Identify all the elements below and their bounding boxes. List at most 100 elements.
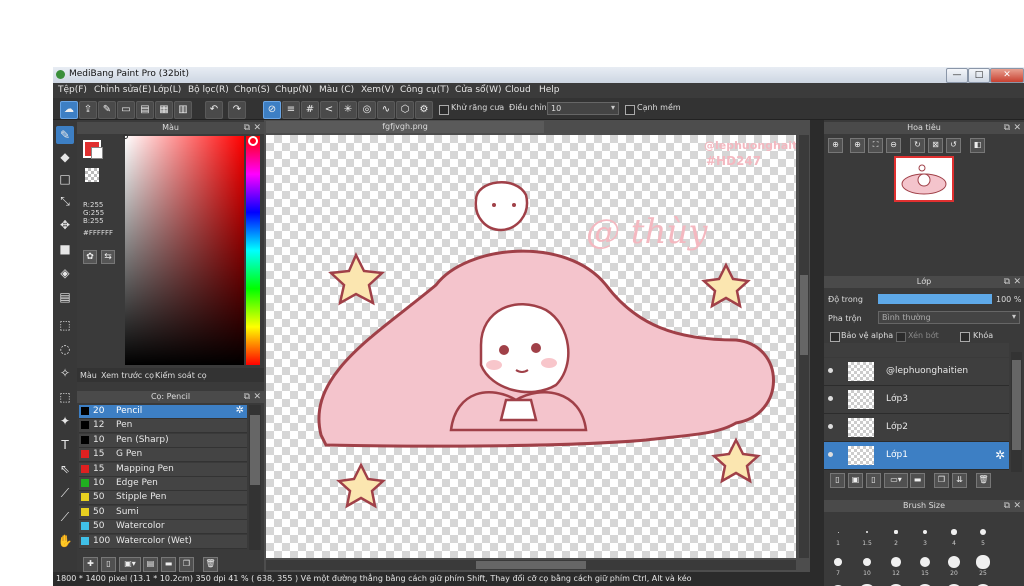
menu-color[interactable]: Màu (C)	[319, 85, 354, 95]
circle-snap-icon[interactable]: ◎	[358, 101, 376, 119]
brush-item-7[interactable]: 50 Sumi	[79, 505, 247, 520]
eyedropper-tool-icon[interactable]: ⟋	[56, 484, 74, 502]
close-icon[interactable]: ✕	[1013, 122, 1021, 134]
undock-icon[interactable]: ⧉	[1004, 276, 1010, 288]
color-picker-cursor[interactable]	[123, 134, 128, 139]
new-layer-icon[interactable]: ▯	[830, 473, 845, 488]
layer-row-2[interactable]: Lớp2	[824, 414, 1009, 442]
trash-icon[interactable]: 🗑	[203, 557, 218, 572]
menu-capture[interactable]: Chụp(N)	[275, 85, 312, 95]
new-halftone-layer-icon[interactable]: ▣	[848, 473, 863, 488]
close-icon[interactable]: ✕	[253, 391, 261, 403]
delete-layer-icon[interactable]: 🗑	[976, 473, 991, 488]
palette-icon[interactable]: ✿	[83, 250, 97, 264]
menu-filter[interactable]: Bộ lọc(R)	[188, 85, 229, 95]
rotate-back-icon[interactable]: ↺	[946, 138, 961, 153]
parallel-snap-icon[interactable]: ≡	[282, 101, 300, 119]
correction-tool-icon[interactable]: ⤡	[56, 192, 74, 210]
close-button[interactable]: ✕	[990, 68, 1024, 83]
text-tool-icon[interactable]: T	[56, 436, 74, 454]
panel-icon[interactable]: ▦	[155, 101, 173, 119]
undo-icon[interactable]: ↶	[205, 101, 223, 119]
eye-icon[interactable]	[828, 452, 833, 457]
swap-color-icon[interactable]: ⇆	[101, 250, 115, 264]
brush-item-5[interactable]: 10 Edge Pen	[79, 477, 247, 491]
menu-layer[interactable]: Lớp(L)	[153, 85, 181, 95]
canvas-horizontal-scrollbar[interactable]	[266, 560, 796, 570]
reset-icon[interactable]: ⊠	[928, 138, 943, 153]
brush-item-9[interactable]: 100 Watercolor (Wet)	[79, 534, 247, 549]
menu-window[interactable]: Cửa sổ(W)	[455, 85, 501, 95]
clipping-checkbox[interactable]	[896, 332, 906, 342]
brush-size-dot-4[interactable]	[951, 529, 957, 535]
select-pen-tool-icon[interactable]: ⬚	[56, 388, 74, 406]
brush-item-4[interactable]: 15 Mapping Pen	[79, 462, 247, 477]
layer-row-1[interactable]: Lớp3	[824, 386, 1009, 414]
brush-size-dot-6[interactable]	[834, 558, 842, 566]
brush-size-dot-9[interactable]	[919, 556, 931, 568]
tab-brush-preview[interactable]: Xem trước cọ	[101, 371, 154, 380]
soft-edge-checkbox[interactable]	[625, 105, 635, 115]
brush-size-dot-5[interactable]	[979, 528, 987, 536]
zoom-in-icon[interactable]: ⊕	[850, 138, 865, 153]
adjust-dropdown[interactable]: 10 ▾	[547, 102, 619, 115]
cloud-icon[interactable]: ☁	[60, 101, 78, 119]
flip-icon[interactable]: ◧	[970, 138, 985, 153]
brush-item-8[interactable]: 50 Watercolor	[79, 520, 247, 535]
navigator-preview[interactable]	[894, 156, 954, 202]
transparent-color-swatch[interactable]	[85, 168, 99, 182]
menu-file[interactable]: Tệp(F)	[58, 85, 87, 95]
drawing-canvas[interactable]: @lephuonghaitien #HD247 @ thùy	[266, 135, 796, 558]
undock-icon[interactable]: ⧉	[1004, 500, 1010, 512]
close-icon[interactable]: ✕	[1013, 500, 1021, 512]
eraser-tool-icon[interactable]: ◆	[56, 148, 74, 166]
layer-folder-icon[interactable]: ▬	[910, 473, 925, 488]
no-snap-icon[interactable]: ⊘	[263, 101, 281, 119]
close-icon[interactable]: ✕	[253, 122, 261, 134]
menu-cloud[interactable]: Cloud	[505, 85, 531, 95]
canvas-vertical-scrollbar[interactable]	[799, 135, 809, 558]
fill-tool-icon[interactable]: ◈	[56, 264, 74, 282]
lock-checkbox[interactable]	[960, 332, 970, 342]
minimize-button[interactable]: —	[946, 68, 968, 83]
curve-snap-icon[interactable]: ∿	[377, 101, 395, 119]
folder-icon[interactable]: ▬	[161, 557, 176, 572]
share-icon[interactable]: ⇪	[79, 101, 97, 119]
layer-settings-icon[interactable]: ✲	[995, 448, 1005, 462]
rotate-icon[interactable]: ↻	[910, 138, 925, 153]
close-icon[interactable]: ✕	[1013, 276, 1021, 288]
gradient-tool-icon[interactable]: ▤	[56, 288, 74, 306]
eye-icon[interactable]	[828, 368, 833, 373]
brush-size-dot-2[interactable]	[894, 530, 898, 534]
brush-item-6[interactable]: 50 Stipple Pen	[79, 491, 247, 506]
protect-alpha-checkbox[interactable]	[830, 332, 840, 342]
saturation-value-picker[interactable]	[125, 136, 244, 365]
magic-wand-tool-icon[interactable]: ✧	[56, 364, 74, 382]
settings-icon[interactable]: ⚙	[415, 101, 433, 119]
antialias-checkbox[interactable]	[439, 105, 449, 115]
comment-icon[interactable]: ✎	[98, 101, 116, 119]
window-icon[interactable]: ▭	[117, 101, 135, 119]
blend-dropdown[interactable]: Bình thường ▾	[878, 311, 1020, 324]
menu-edit[interactable]: Chỉnh sửa(E)	[94, 85, 151, 95]
zoom-out-icon[interactable]: ⊖	[886, 138, 901, 153]
move-tool-icon[interactable]: ✥	[56, 216, 74, 234]
brush-size-dot-1[interactable]	[865, 530, 869, 534]
add-brush-icon[interactable]: ✚	[83, 557, 98, 572]
eye-icon[interactable]	[828, 396, 833, 401]
page-icon[interactable]: ▤	[136, 101, 154, 119]
brush-size-dot-11[interactable]	[976, 555, 990, 569]
brush-item-3[interactable]: 15 G Pen	[79, 448, 247, 463]
hand-tool-icon[interactable]: ✋	[56, 532, 74, 550]
fit-icon[interactable]: ⛶	[868, 138, 883, 153]
tab-brush-control[interactable]: Kiểm soát cọ	[155, 371, 207, 380]
brush-settings-icon[interactable]: ▤	[143, 557, 158, 572]
layer-row-0[interactable]: @lephuonghaitien	[824, 358, 1009, 386]
vanishing-snap-icon[interactable]: <	[320, 101, 338, 119]
brush-scrollbar[interactable]	[249, 405, 261, 550]
brush-item-2[interactable]: 10 Pen (Sharp)	[79, 433, 247, 448]
document-tab[interactable]: fgfjvgh.png	[266, 121, 544, 133]
maximize-button[interactable]: □	[968, 68, 990, 83]
hue-handle[interactable]	[248, 136, 258, 146]
redo-icon[interactable]: ↷	[228, 101, 246, 119]
